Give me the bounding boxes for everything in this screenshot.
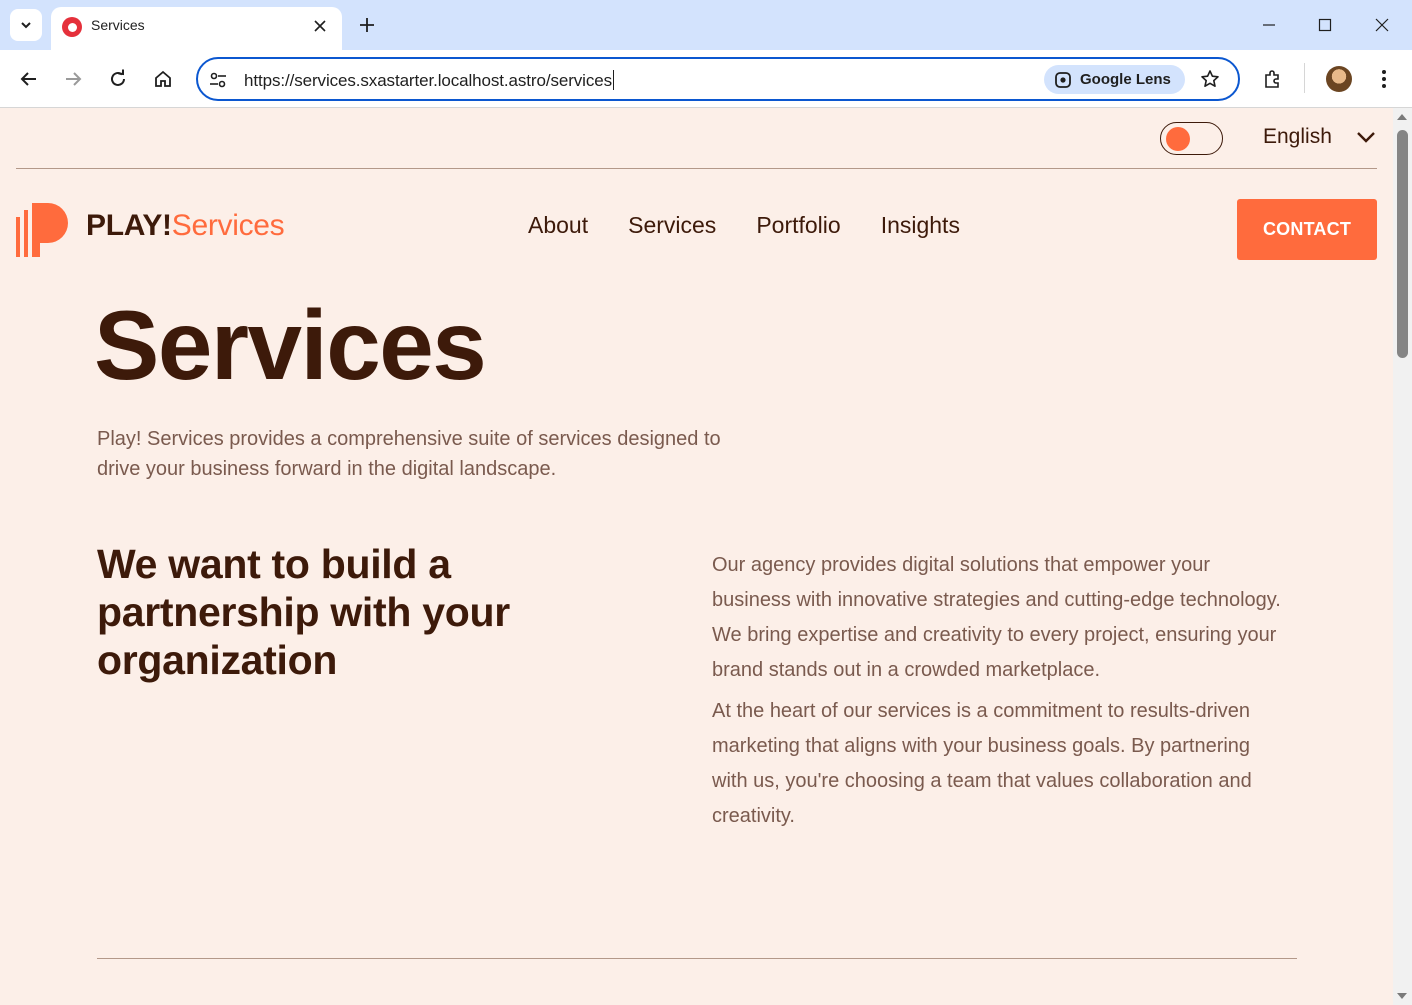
nav-item-portfolio[interactable]: Portfolio [756, 212, 840, 239]
page-viewport: English PLAY!Services About Services Por… [0, 108, 1393, 1005]
site-logo[interactable]: PLAY!Services [86, 209, 285, 243]
bookmark-button[interactable] [1198, 67, 1222, 91]
main-nav: About Services Portfolio Insights [528, 212, 960, 239]
partnership-paragraph-2: At the heart of our services is a commit… [712, 700, 1252, 827]
lens-icon [1055, 71, 1071, 88]
nav-item-insights[interactable]: Insights [881, 212, 960, 239]
reload-button[interactable] [102, 63, 134, 95]
language-label: English [1263, 125, 1332, 148]
close-icon [314, 20, 326, 32]
puzzle-icon [1265, 70, 1279, 88]
maximize-button[interactable] [1310, 10, 1340, 40]
nav-item-about[interactable]: About [528, 212, 588, 239]
address-bar[interactable]: https://services.sxastarter.localhost.as… [196, 57, 1240, 101]
partnership-body: Our agency provides digital solutions th… [712, 548, 1282, 834]
header-divider [16, 168, 1377, 169]
logo-icon[interactable] [16, 203, 68, 257]
home-button[interactable] [147, 63, 179, 95]
scroll-up-arrow-icon[interactable] [1397, 114, 1407, 120]
close-icon [1375, 18, 1389, 32]
extensions-button[interactable] [1256, 63, 1288, 95]
partnership-heading: We want to build a partnership with your… [97, 541, 510, 683]
site-settings-icon[interactable] [207, 69, 229, 91]
google-lens-button[interactable]: Google Lens [1044, 65, 1185, 94]
plus-icon [360, 18, 374, 32]
arrow-right-icon [66, 72, 82, 86]
site-favicon-icon [62, 17, 82, 37]
new-tab-button[interactable] [352, 10, 382, 40]
browser-menu-button[interactable] [1368, 63, 1400, 95]
chevron-down-icon [21, 22, 31, 29]
close-window-button[interactable] [1367, 10, 1397, 40]
language-selector[interactable]: English [1263, 122, 1376, 152]
browser-tab[interactable]: Services [51, 7, 342, 50]
forward-button[interactable] [57, 63, 89, 95]
logo-accent-text: Services [171, 209, 285, 242]
scroll-down-arrow-icon[interactable] [1397, 993, 1407, 999]
back-button[interactable] [13, 63, 45, 95]
chevron-down-icon [1357, 132, 1375, 143]
page-scrollbar[interactable] [1393, 108, 1412, 1005]
google-lens-label: Google Lens [1080, 71, 1171, 88]
tab-title: Services [91, 17, 145, 33]
home-icon [155, 70, 171, 87]
reload-icon [111, 69, 125, 86]
maximize-icon [1318, 18, 1332, 32]
page-title: Services [94, 290, 487, 400]
scroll-thumb[interactable] [1397, 130, 1408, 358]
theme-toggle[interactable] [1160, 122, 1223, 155]
profile-avatar[interactable] [1326, 66, 1352, 92]
minimize-icon [1263, 24, 1275, 26]
arrow-left-icon [20, 72, 36, 86]
minimize-button[interactable] [1254, 10, 1284, 40]
tab-close-button[interactable] [308, 14, 332, 38]
tab-search-button[interactable] [10, 9, 42, 41]
tab-strip: Services [0, 0, 1412, 50]
section-divider [97, 958, 1297, 959]
browser-toolbar: https://services.sxastarter.localhost.as… [0, 50, 1412, 108]
page-subtitle: Play! Services provides a comprehensive … [97, 428, 721, 480]
toggle-knob [1166, 127, 1190, 151]
url-text[interactable]: https://services.sxastarter.localhost.as… [244, 70, 614, 91]
partnership-paragraph-1: Our agency provides digital solutions th… [712, 554, 1281, 681]
logo-main-text: PLAY! [86, 209, 172, 242]
nav-item-services[interactable]: Services [628, 212, 716, 239]
toolbar-divider [1304, 63, 1305, 93]
contact-button[interactable]: CONTACT [1237, 199, 1377, 260]
star-icon [1201, 70, 1219, 87]
more-vertical-icon [1382, 70, 1386, 88]
